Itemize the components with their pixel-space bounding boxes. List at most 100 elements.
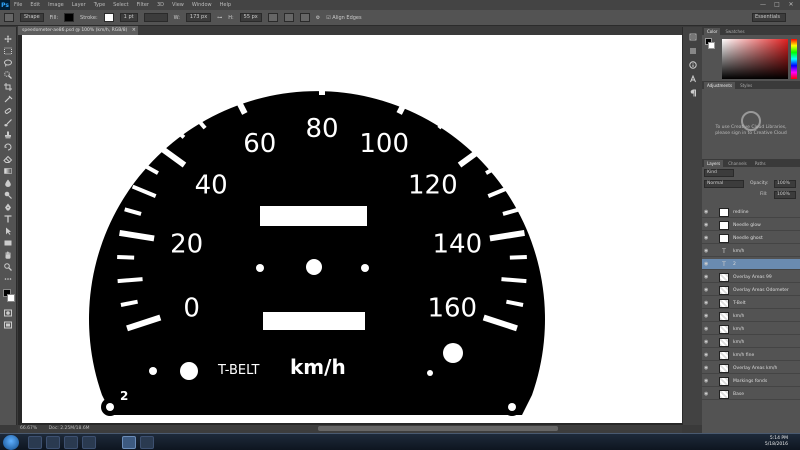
blend-mode-select[interactable]: Normal [704,180,744,188]
start-button[interactable] [3,435,19,450]
media-taskbar-icon[interactable] [64,436,78,449]
hand-tool-icon[interactable] [3,251,13,259]
height-field[interactable]: 55 px [239,13,262,22]
layer-name[interactable]: km/h [733,324,744,335]
visibility-eye-icon[interactable]: ◉ [704,248,710,254]
tab-adjustments[interactable]: Adjustments [704,82,736,89]
visibility-eye-icon[interactable]: ◉ [704,339,710,345]
menu-edit[interactable]: Edit [26,2,44,8]
workspace-switcher[interactable]: Essentials [752,13,786,22]
visibility-eye-icon[interactable]: ◉ [704,287,710,293]
menu-select[interactable]: Select [109,2,132,8]
zoom-tool-icon[interactable] [3,263,13,271]
layer-row[interactable]: ◉ Overlay Areas Odometer [702,285,800,296]
path-alignment-icon[interactable] [283,13,294,22]
layer-row[interactable]: ◉ T 2 [702,259,800,270]
layer-name[interactable]: redline [733,207,749,218]
link-icon[interactable]: ⊶ [217,15,222,21]
layer-name[interactable]: Overlay Areas Odometer [733,285,789,296]
layer-name[interactable]: Needle glow [733,220,761,231]
marquee-tool-icon[interactable] [3,47,13,55]
tab-styles[interactable]: Styles [737,82,755,89]
maximize-button[interactable]: □ [772,0,782,10]
bg-color-chip[interactable] [708,42,715,49]
zoom-level[interactable]: 66.67% [20,426,37,431]
layer-name[interactable]: km/h [733,246,744,257]
shape-mode-select[interactable]: Shape [20,13,44,22]
brush-tool-icon[interactable] [3,119,13,127]
layer-row[interactable]: ◉ Overlay Areas km/h [702,363,800,374]
gear-icon[interactable]: ⚙ [316,15,320,21]
character-panel-icon[interactable] [688,74,698,83]
browser-taskbar-icon[interactable] [46,436,60,449]
menu-window[interactable]: Window [188,2,216,8]
path-operations-icon[interactable] [267,13,278,22]
history-panel-icon[interactable] [688,33,698,41]
menu-image[interactable]: Image [44,2,68,8]
visibility-eye-icon[interactable]: ◉ [704,235,710,241]
layer-name[interactable]: km/h [733,337,744,348]
layer-name[interactable]: Base [733,389,744,400]
stroke-width-field[interactable]: 1 pt [119,13,138,22]
tab-color[interactable]: Color [704,28,721,35]
layer-name[interactable]: 2 [733,259,736,270]
visibility-eye-icon[interactable]: ◉ [704,391,710,397]
layer-name[interactable]: T-Belt [733,298,746,309]
gradient-tool-icon[interactable] [3,167,13,175]
layer-name[interactable]: Overlay Areas km/h [733,363,777,374]
layer-row[interactable]: ◉ km/h fine [702,350,800,361]
path-selection-tool-icon[interactable] [3,227,13,235]
lasso-tool-icon[interactable] [3,59,13,67]
healing-brush-tool-icon[interactable] [3,107,13,115]
crop-tool-icon[interactable] [3,83,13,91]
tab-channels[interactable]: Channels [725,160,750,167]
explorer-taskbar-icon[interactable] [28,436,42,449]
layer-row[interactable]: ◉ Base [702,389,800,400]
fill-swatch[interactable] [64,13,75,22]
document-tab[interactable]: speedometer-ae86.psd @ 100% (km/h, RGB/8… [18,26,138,35]
screen-mode-icon[interactable] [3,321,13,329]
opacity-field[interactable]: 100% [774,180,796,188]
tool-preset-icon[interactable] [4,13,14,22]
menu-type[interactable]: Type [90,2,109,8]
visibility-eye-icon[interactable]: ◉ [704,365,710,371]
visibility-eye-icon[interactable]: ◉ [704,326,710,332]
fill-field[interactable]: 100% [774,191,796,199]
quick-select-tool-icon[interactable] [3,71,13,79]
visibility-eye-icon[interactable]: ◉ [704,209,710,215]
layer-row[interactable]: ◉ Tkm/h [702,246,800,257]
visibility-eye-icon[interactable]: ◉ [704,352,710,358]
more-tools-icon[interactable] [3,275,13,283]
minimize-button[interactable]: — [758,0,768,10]
layer-row[interactable]: ◉ Markings fonds [702,376,800,387]
layer-name[interactable]: Needle ghost [733,233,763,244]
visibility-eye-icon[interactable]: ◉ [704,274,710,280]
layer-row[interactable]: ◉ Needle glow [702,220,800,231]
app-taskbar-icon[interactable] [140,436,154,449]
close-button[interactable]: ✕ [786,0,796,10]
stroke-type-select[interactable] [143,13,168,22]
layer-name[interactable]: Markings fonds [733,376,767,387]
layer-row[interactable]: ◉ Overlay Areas 99 [702,272,800,283]
eyedropper-tool-icon[interactable] [3,95,13,103]
width-field[interactable]: 173 px [185,13,212,22]
info-panel-icon[interactable] [688,61,698,69]
layer-kind-filter[interactable]: Kind [704,169,734,177]
history-brush-tool-icon[interactable] [3,143,13,151]
close-tab-icon[interactable]: × [132,26,136,35]
menu-layer[interactable]: Layer [68,2,90,8]
system-clock[interactable]: 5:14 PM 5/18/2016 [765,436,788,448]
paragraph-panel-icon[interactable] [688,89,698,97]
menu-filter[interactable]: Filter [133,2,153,8]
tab-layers[interactable]: Layers [704,160,724,167]
type-tool-icon[interactable] [3,215,13,223]
folder-taskbar-icon[interactable] [82,436,96,449]
visibility-eye-icon[interactable]: ◉ [704,313,710,319]
layer-name[interactable]: km/h fine [733,350,754,361]
photoshop-taskbar-icon[interactable] [122,436,136,449]
layer-row[interactable]: ◉ km/h [702,337,800,348]
layer-row[interactable]: ◉ T-Belt [702,298,800,309]
layer-row[interactable]: ◉ km/h [702,311,800,322]
properties-panel-icon[interactable] [688,47,698,55]
stroke-swatch[interactable] [103,13,114,22]
